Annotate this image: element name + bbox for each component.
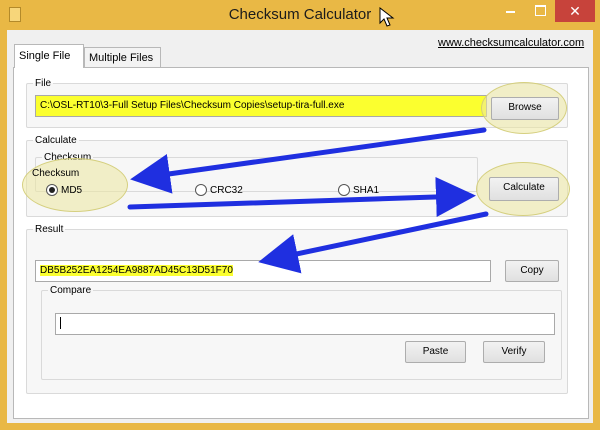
sha1-radio-circle <box>338 184 350 196</box>
title-bar[interactable]: Checksum Calculator ✕ <box>0 0 600 30</box>
maximize-icon <box>535 5 546 16</box>
file-group-legend: File <box>35 78 52 89</box>
calculate-button[interactable]: Calculate <box>489 177 559 201</box>
sha1-radio-label: SHA1 <box>353 184 380 196</box>
sha1-radio[interactable]: SHA1 <box>338 184 379 196</box>
close-button[interactable]: ✕ <box>555 0 595 22</box>
compare-input[interactable] <box>55 313 555 335</box>
file-path-input[interactable]: C:\OSL-RT10\3-Full Setup Files\Checksum … <box>35 95 487 117</box>
minimize-button[interactable] <box>495 0 525 22</box>
compare-group-legend: Compare <box>50 285 92 296</box>
paste-button[interactable]: Paste <box>405 341 466 363</box>
website-link[interactable]: www.checksumcalculator.com <box>438 37 584 49</box>
maximize-button[interactable] <box>525 0 555 22</box>
mouse-cursor-icon <box>379 7 395 27</box>
tab-single-file[interactable]: Single File <box>14 44 84 68</box>
result-group-legend: Result <box>35 224 64 235</box>
crc32-radio-label: CRC32 <box>210 184 243 196</box>
crc32-radio[interactable]: CRC32 <box>195 184 243 196</box>
text-cursor-icon <box>60 317 61 330</box>
result-hash-value: DB5B252EA1254EA9887AD45C13D51F70 <box>40 265 233 276</box>
checksum-label: Checksum <box>32 168 80 179</box>
close-icon: ✕ <box>569 3 581 19</box>
browse-button[interactable]: Browse <box>491 97 559 120</box>
verify-button[interactable]: Verify <box>483 341 545 363</box>
copy-button[interactable]: Copy <box>505 260 559 282</box>
result-hash-field[interactable]: DB5B252EA1254EA9887AD45C13D51F70 <box>35 260 491 282</box>
md5-radio-circle <box>46 184 58 196</box>
crc32-radio-circle <box>195 184 207 196</box>
app-window: Checksum Calculator ✕ Single File Multip… <box>0 0 600 430</box>
minimize-icon <box>506 11 515 13</box>
tab-multiple-files[interactable]: Multiple Files <box>84 47 161 67</box>
md5-radio-label: MD5 <box>61 184 83 196</box>
md5-radio[interactable]: MD5 <box>46 184 82 196</box>
calculate-group-legend: Calculate <box>35 135 77 146</box>
